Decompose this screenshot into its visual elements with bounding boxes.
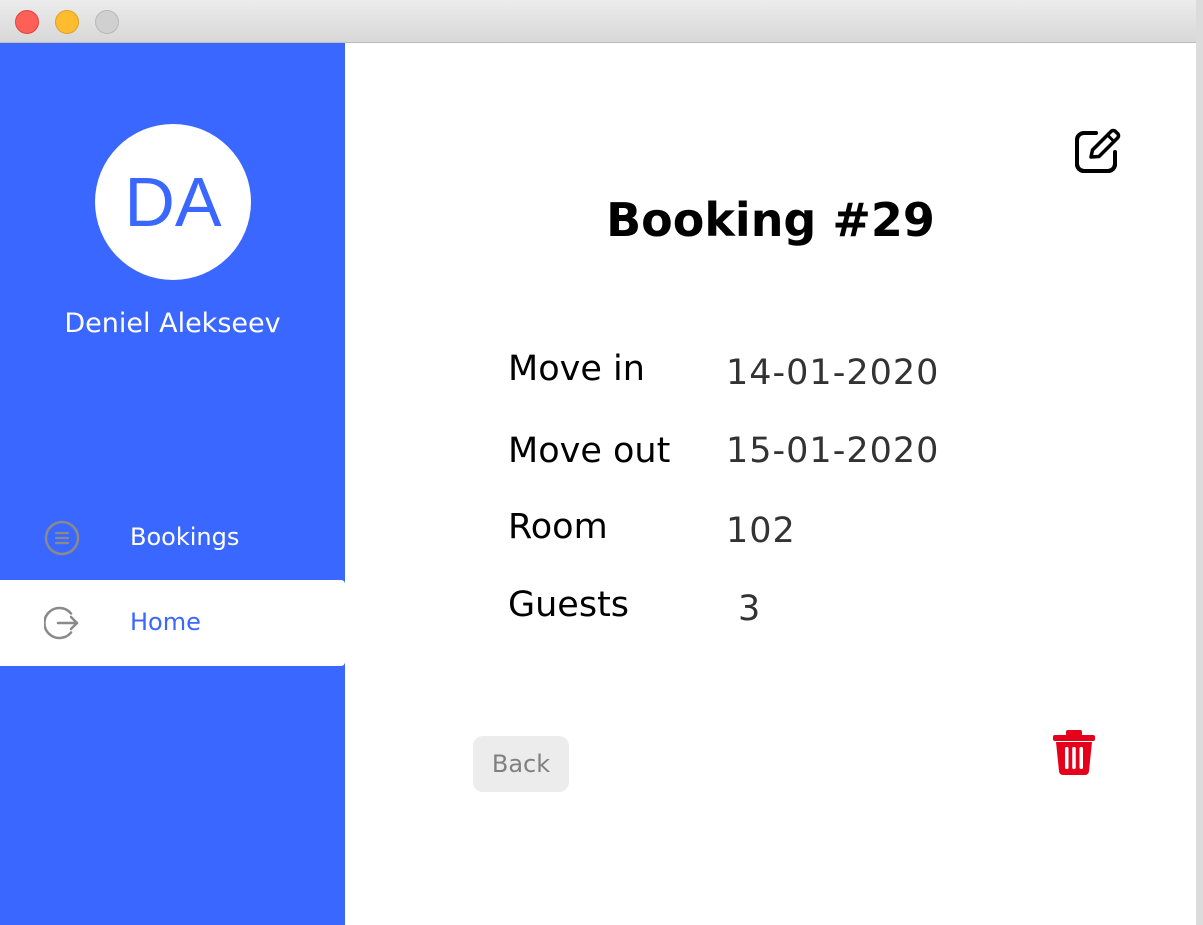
guests-value: 3 [738, 589, 762, 629]
back-button[interactable]: Back [473, 736, 569, 792]
title-bar [0, 0, 1196, 43]
guests-label: Guests [508, 585, 630, 625]
sidebar-item-home[interactable]: Home [0, 580, 345, 666]
edit-icon[interactable] [1074, 126, 1122, 174]
window-minimize-button[interactable] [55, 10, 79, 34]
trash-icon[interactable] [1052, 729, 1096, 775]
app-window: DA Deniel Alekseev Bookings Home Booking… [0, 0, 1196, 925]
room-value: 102 [726, 511, 796, 551]
move-in-label: Move in [508, 349, 645, 389]
sidebar-item-label: Home [130, 608, 201, 636]
sidebar-item-bookings[interactable]: Bookings [0, 495, 345, 581]
avatar: DA [95, 124, 251, 280]
background-window-edge [1196, 0, 1203, 925]
window-close-button[interactable] [15, 10, 39, 34]
window-maximize-button[interactable] [95, 10, 119, 34]
room-label: Room [508, 507, 608, 547]
main-panel: Booking #29 Move in 14-01-2020 Move out … [345, 43, 1196, 925]
user-name: Deniel Alekseev [64, 308, 281, 339]
page-title: Booking #29 [606, 193, 935, 247]
sidebar-item-label: Bookings [130, 523, 240, 551]
logout-icon [44, 606, 79, 640]
move-out-label: Move out [508, 431, 671, 471]
move-out-value: 15-01-2020 [726, 431, 940, 471]
list-icon [44, 520, 80, 556]
move-in-value: 14-01-2020 [726, 353, 940, 393]
sidebar: DA Deniel Alekseev Bookings Home [0, 43, 345, 925]
